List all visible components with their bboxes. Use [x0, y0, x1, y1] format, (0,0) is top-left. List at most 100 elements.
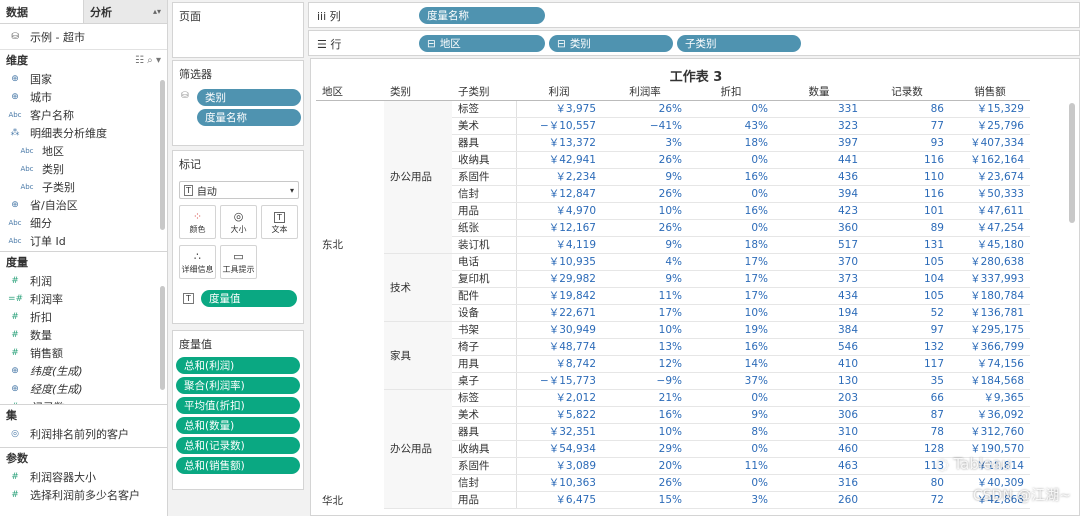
column-header[interactable]: 利润: [516, 83, 602, 101]
dimension-field[interactable]: ▦订单日期: [0, 250, 167, 251]
dimension-field[interactable]: Abc 订单 Id: [0, 232, 167, 250]
column-header[interactable]: 折扣: [688, 83, 774, 101]
measure-field[interactable]: ⊕ 经度(生成): [0, 380, 167, 398]
column-header[interactable]: 记录数: [864, 83, 950, 101]
grid-view-icon[interactable]: ☷: [135, 55, 144, 66]
subcategory-header[interactable]: 纸张: [452, 219, 517, 237]
dimension-field[interactable]: ⊕ 国家: [0, 70, 167, 88]
mark-type-dropdown[interactable]: T 自动 ▾: [179, 181, 299, 199]
measure-value-pill[interactable]: 总和(数量): [176, 417, 300, 434]
value-cell: ￥184,568: [950, 372, 1030, 390]
dimension-field[interactable]: ⊕ 省/自治区: [0, 196, 167, 214]
measure-value-pill[interactable]: 总和(利润): [176, 357, 300, 374]
subcategory-header[interactable]: 桌子: [452, 372, 517, 390]
subcategory-header[interactable]: 收纳具: [452, 440, 517, 458]
set-field[interactable]: ◎ 利润排名前列的客户: [0, 425, 167, 443]
category-header[interactable]: 家具: [384, 321, 452, 390]
tab-sort-icon[interactable]: ▴▾: [153, 7, 161, 16]
column-header[interactable]: 销售额: [950, 83, 1030, 101]
filters-card[interactable]: 筛选器 ⛁ 类别 度量名称: [172, 60, 304, 146]
dimension-field[interactable]: ⊕ 城市: [0, 88, 167, 106]
search-icon[interactable]: ⌕: [147, 55, 153, 66]
subcategory-header[interactable]: 装订机: [452, 236, 517, 254]
tab-analysis[interactable]: 分析 ▴▾: [83, 0, 167, 23]
measure-field[interactable]: # 数量: [0, 326, 167, 344]
subcategory-header[interactable]: 系固件: [452, 457, 517, 475]
measure-field-label: 折扣: [30, 311, 52, 324]
column-header[interactable]: 利润率: [602, 83, 688, 101]
subcategory-header[interactable]: 信封: [452, 474, 517, 492]
subcategory-header[interactable]: 美术: [452, 406, 517, 424]
subcategory-header[interactable]: 配件: [452, 287, 517, 305]
category-header[interactable]: 技术: [384, 253, 452, 322]
tab-data[interactable]: 数据: [0, 0, 83, 23]
subcategory-header[interactable]: 标签: [452, 100, 517, 118]
subcategory-header[interactable]: 电话: [452, 253, 517, 271]
subcategory-header[interactable]: 美术: [452, 117, 517, 135]
measure-value-pill[interactable]: 总和(记录数): [176, 437, 300, 454]
measure-value-pill[interactable]: 聚合(利润率): [176, 377, 300, 394]
measure-field[interactable]: # 销售额: [0, 344, 167, 362]
mark-color-button[interactable]: ⁘ 颜色: [179, 205, 216, 239]
measure-field[interactable]: ⊕ 纬度(生成): [0, 362, 167, 380]
minus-box-icon: ⊟: [427, 37, 436, 50]
measure-field[interactable]: # 折扣: [0, 308, 167, 326]
mark-text-button[interactable]: T 文本: [261, 205, 298, 239]
subcategory-header[interactable]: 器具: [452, 134, 517, 152]
subcategory-header[interactable]: 器具: [452, 423, 517, 441]
columns-pill-measure-names[interactable]: 度量名称: [419, 7, 545, 24]
columns-shelf[interactable]: iii 列 度量名称: [308, 2, 1080, 28]
chevron-down-icon[interactable]: ▾: [156, 55, 161, 66]
dimension-field[interactable]: Abc 子类别: [0, 178, 167, 196]
datasource-item[interactable]: ⛁ 示例 - 超市: [0, 24, 167, 50]
value-cell: 37%: [688, 372, 774, 390]
measure-field[interactable]: =# 利润率: [0, 290, 167, 308]
column-header[interactable]: 数量: [774, 83, 864, 101]
subcategory-header[interactable]: 椅子: [452, 338, 517, 356]
abc-icon: Abc: [8, 219, 22, 227]
dimension-field[interactable]: Abc 类别: [0, 160, 167, 178]
subcategory-header[interactable]: 收纳具: [452, 151, 517, 169]
filter-pill-category[interactable]: 类别: [197, 89, 301, 106]
rows-pill-region[interactable]: ⊟ 地区: [419, 35, 545, 52]
mark-tooltip-button[interactable]: ▭ 工具提示: [220, 245, 257, 279]
mark-size-button[interactable]: ◎ 大小: [220, 205, 257, 239]
filter-pill-measure-names[interactable]: 度量名称: [197, 109, 301, 126]
column-header[interactable]: 地区: [316, 83, 384, 101]
parameter-field[interactable]: # 选择利润前多少名客户: [0, 486, 167, 504]
dimension-field[interactable]: ⁂ 明细表分析维度: [0, 124, 167, 142]
marks-pill-measure-values[interactable]: 度量值: [201, 290, 297, 307]
subcategory-header[interactable]: 用品: [452, 202, 517, 220]
category-header[interactable]: 办公用品: [384, 389, 452, 509]
measure-value-pill[interactable]: 平均值(折扣): [176, 397, 300, 414]
category-header[interactable]: 办公用品: [384, 100, 452, 254]
view-scrollbar[interactable]: [1069, 103, 1075, 223]
pages-card[interactable]: 页面: [172, 2, 304, 58]
measure-field[interactable]: # 利润: [0, 272, 167, 290]
dimension-field[interactable]: Abc 细分: [0, 214, 167, 232]
dimension-field[interactable]: Abc 地区: [0, 142, 167, 160]
subcategory-header[interactable]: 用品: [452, 491, 517, 509]
rows-pill-category[interactable]: ⊟ 类别: [549, 35, 673, 52]
rows-pill-subcategory[interactable]: 子类别: [677, 35, 801, 52]
column-header[interactable]: 类别: [384, 83, 452, 101]
dimension-field[interactable]: Abc 客户名称: [0, 106, 167, 124]
region-header[interactable]: 东北: [316, 100, 384, 389]
parameter-field[interactable]: # 利润容器大小: [0, 468, 167, 486]
tooltip-icon: ▭: [233, 250, 244, 263]
subcategory-header[interactable]: 设备: [452, 304, 517, 322]
region-header[interactable]: 华北: [316, 389, 384, 508]
mark-detail-button[interactable]: ∴ 详细信息: [179, 245, 216, 279]
subcategory-header[interactable]: 复印机: [452, 270, 517, 288]
subcategory-header[interactable]: 系固件: [452, 168, 517, 186]
column-header[interactable]: 子类别: [452, 83, 516, 101]
rows-shelf[interactable]: ☰ 行 ⊟ 地区 ⊟ 类别 子类别: [308, 30, 1080, 56]
measure-value-pill[interactable]: 总和(销售额): [176, 457, 300, 474]
subcategory-header[interactable]: 书架: [452, 321, 517, 339]
dimensions-scrollbar[interactable]: [160, 80, 165, 230]
hash-icon: #: [8, 402, 22, 404]
subcategory-header[interactable]: 标签: [452, 389, 517, 407]
subcategory-header[interactable]: 信封: [452, 185, 517, 203]
subcategory-header[interactable]: 用具: [452, 355, 517, 373]
measures-scrollbar[interactable]: [160, 286, 165, 390]
